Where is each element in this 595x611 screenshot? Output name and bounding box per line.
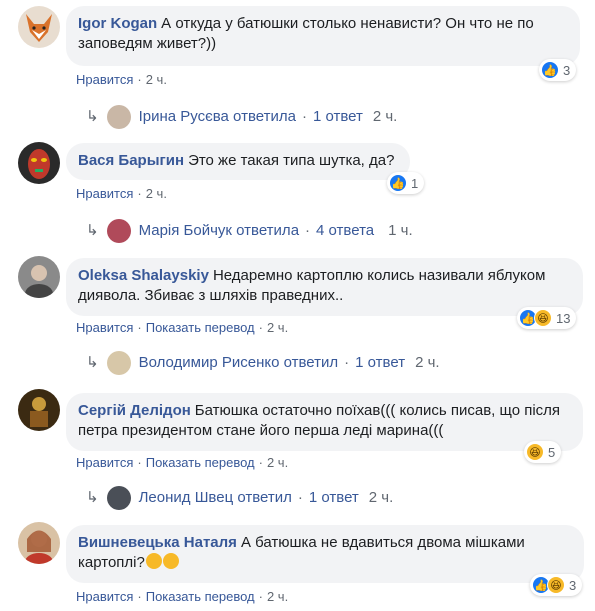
thumbs-up-icon: 👍 xyxy=(389,174,407,192)
avatar[interactable] xyxy=(18,256,60,298)
comment-author[interactable]: Вишневецька Наталя xyxy=(78,534,237,551)
reaction-count: 13 xyxy=(556,310,571,326)
comment-author[interactable]: Вася Барыгин xyxy=(78,152,184,169)
laughing-face-icon: 😆 xyxy=(547,576,565,594)
comment-author[interactable]: Igor Kogan xyxy=(78,15,157,32)
reply-count[interactable]: 1 ответ xyxy=(309,488,359,508)
reply-count[interactable]: 4 ответа xyxy=(316,221,374,241)
reaction-summary[interactable]: 👍 😆 3 xyxy=(530,574,583,596)
avatar xyxy=(106,105,131,129)
laughing-face-icon: 😆 xyxy=(534,309,552,327)
reply-arrow-icon: ↳ xyxy=(86,354,99,371)
person-avatar-icon xyxy=(25,265,53,298)
comment-actions: Нравится · Показать перевод · 2 ч. xyxy=(76,455,289,470)
comment-actions: Нравится · Показать перевод · 2 ч. xyxy=(76,589,289,604)
smiling-face-icon xyxy=(145,553,162,569)
like-link[interactable]: Нравится xyxy=(76,72,133,87)
comment-author[interactable]: Oleksa Shalayskiy xyxy=(78,267,209,284)
reaction-count: 3 xyxy=(563,62,571,78)
reply-author[interactable]: Марія Бойчук ответила xyxy=(139,221,299,241)
show-translation-link[interactable]: Показать перевод xyxy=(146,320,255,335)
reply-arrow-icon: ↳ xyxy=(86,489,99,506)
laughing-face-icon: 😆 xyxy=(526,443,544,461)
reply-count[interactable]: 1 ответ xyxy=(355,353,405,373)
reply-count[interactable]: 1 ответ xyxy=(313,107,363,127)
comment-bubble: Сергій Делідон Батюшка остаточно поїхав((… xyxy=(66,393,583,451)
timestamp[interactable]: 2 ч. xyxy=(146,72,167,87)
timestamp[interactable]: 2 ч. xyxy=(267,455,288,470)
comment-actions: Нравится · 2 ч. xyxy=(76,72,167,87)
comment-bubble: Oleksa Shalayskiy Недаремно картоплю коли… xyxy=(66,258,583,316)
reply-author[interactable]: Леонид Швец ответил xyxy=(139,488,292,508)
show-translation-link[interactable]: Показать перевод xyxy=(146,455,255,470)
replies-link[interactable]: ↳ Ірина Русєва ответила · 1 ответ 2 ч. xyxy=(86,105,397,129)
reply-time: 2 ч. xyxy=(368,489,394,506)
avatar xyxy=(106,219,131,243)
avatar[interactable] xyxy=(18,142,60,184)
reaction-summary[interactable]: 😆 5 xyxy=(524,441,562,463)
reaction-count: 3 xyxy=(569,577,577,593)
avatar xyxy=(106,351,131,375)
replies-link[interactable]: ↳ Леонид Швец ответил · 1 ответ 2 ч. xyxy=(86,486,393,510)
reply-author[interactable]: Ірина Русєва ответила xyxy=(139,107,296,127)
replies-link[interactable]: ↳ Володимир Рисенко ответил · 1 ответ 2 ч. xyxy=(86,351,440,375)
avatar[interactable] xyxy=(18,6,60,48)
reply-arrow-icon: ↳ xyxy=(86,108,99,125)
reaction-count: 1 xyxy=(411,175,419,191)
reaction-summary[interactable]: 👍 1 xyxy=(387,172,425,194)
icon-avatar-icon xyxy=(30,397,48,427)
comment-author[interactable]: Сергій Делідон xyxy=(78,402,191,419)
avatar xyxy=(106,486,131,510)
replies-link[interactable]: ↳ Марія Бойчук ответила · 4 ответа 1 ч. xyxy=(86,219,413,243)
comment-bubble: Igor Kogan А откуда у батюшки столько нен… xyxy=(66,6,580,66)
comment-text: Это же такая типа шутка, да? xyxy=(188,152,395,169)
mask-avatar-icon xyxy=(28,149,50,179)
comment-bubble: Вишневецька Наталя А батюшка не вдавиться… xyxy=(66,525,584,583)
like-link[interactable]: Нравится xyxy=(76,589,133,604)
avatar[interactable] xyxy=(18,389,60,431)
show-translation-link[interactable]: Показать перевод xyxy=(146,589,255,604)
reply-time: 1 ч. xyxy=(388,222,413,239)
fox-avatar-icon xyxy=(26,14,52,42)
like-link[interactable]: Нравится xyxy=(76,320,133,335)
comment-actions: Нравится · Показать перевод · 2 ч. xyxy=(76,320,289,335)
avatar[interactable] xyxy=(18,522,60,564)
timestamp[interactable]: 2 ч. xyxy=(146,186,167,201)
rolling-laughing-face-icon xyxy=(162,553,179,569)
reaction-summary[interactable]: 👍 😆 13 xyxy=(517,307,577,329)
reply-author[interactable]: Володимир Рисенко ответил xyxy=(139,353,339,373)
like-link[interactable]: Нравится xyxy=(76,455,133,470)
reply-arrow-icon: ↳ xyxy=(86,222,99,239)
thumbs-up-icon: 👍 xyxy=(541,61,559,79)
timestamp[interactable]: 2 ч. xyxy=(267,320,288,335)
comment-actions: Нравится · 2 ч. xyxy=(76,186,167,201)
comment-bubble: Вася Барыгин Это же такая типа шутка, да? xyxy=(66,143,410,180)
reaction-summary[interactable]: 👍 3 xyxy=(539,59,577,81)
timestamp[interactable]: 2 ч. xyxy=(267,589,288,604)
reply-time: 2 ч. xyxy=(372,108,398,125)
like-link[interactable]: Нравится xyxy=(76,186,133,201)
reaction-count: 5 xyxy=(548,444,556,460)
person-avatar-icon xyxy=(25,530,53,564)
reply-time: 2 ч. xyxy=(415,354,440,371)
